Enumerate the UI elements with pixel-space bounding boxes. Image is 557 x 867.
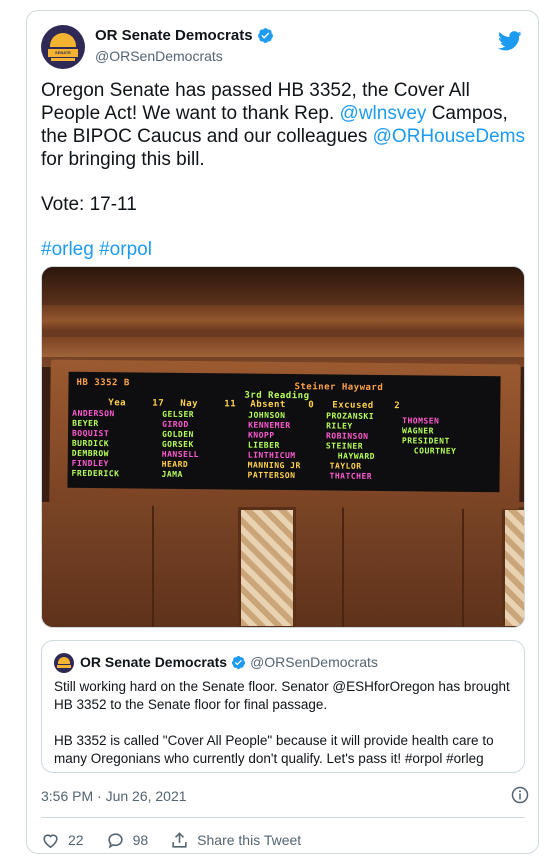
share-label: Share this Tweet: [197, 832, 302, 848]
quoted-tweet[interactable]: OR Senate Democrats @ORSenDemocrats Stil…: [41, 640, 525, 773]
twitter-bird-icon[interactable]: [498, 31, 522, 51]
stained-glass-window: [238, 507, 296, 627]
tweet-photo[interactable]: HB 3352 B Steiner Hayward 3rd Reading Ye…: [41, 266, 525, 628]
quoted-avatar: [54, 653, 74, 673]
verified-badge-icon: [257, 28, 273, 43]
tweet-card: SENATE DEMOCRATS OR Senate Democrats @OR…: [26, 10, 539, 854]
reply-count: 98: [132, 832, 149, 848]
author-name-row[interactable]: OR Senate Democrats: [95, 27, 274, 44]
heart-icon: [43, 833, 58, 848]
reply-bubble-icon: [107, 832, 123, 849]
hashtag-link[interactable]: #orleg: [41, 239, 94, 260]
tweet-meta: 3:56 PM · Jun 26, 2021: [41, 786, 529, 806]
tweet-body: Oregon Senate has passed HB 3352, the Co…: [41, 79, 529, 261]
divider: [41, 817, 525, 818]
tweet-actions: 22 98 Share this Tweet: [41, 829, 323, 851]
mention-link[interactable]: @wlnsvey: [340, 103, 427, 124]
avatar-logo-text: SENATE DEMOCRATS: [48, 49, 78, 63]
avatar[interactable]: SENATE DEMOCRATS: [41, 25, 85, 69]
mention-link[interactable]: @ORHouseDems: [373, 126, 525, 147]
tweet-header: SENATE DEMOCRATS OR Senate Democrats @OR…: [41, 25, 524, 71]
quoted-header: OR Senate Democrats @ORSenDemocrats: [80, 654, 378, 670]
vote-board-frame: HB 3352 B Steiner Hayward 3rd Reading Ye…: [49, 359, 521, 510]
share-upload-icon: [172, 831, 187, 848]
quoted-body: Still working hard on the Senate floor. …: [54, 679, 510, 766]
stained-glass-window: [502, 507, 524, 627]
quoted-handle: @ORSenDemocrats: [250, 654, 378, 670]
info-icon[interactable]: [511, 786, 529, 804]
hashtag-link[interactable]: #orpol: [99, 239, 152, 260]
vote-text: Vote: 17-11: [41, 194, 137, 215]
tweet-timestamp[interactable]: 3:56 PM · Jun 26, 2021: [41, 788, 187, 804]
quoted-display-name: OR Senate Democrats: [80, 654, 228, 670]
board-bill: HB 3352 B: [76, 377, 130, 389]
like-button[interactable]: 22: [41, 831, 84, 850]
author-handle[interactable]: @ORSenDemocrats: [95, 48, 223, 64]
like-count: 22: [68, 832, 84, 848]
vote-board: HB 3352 B Steiner Hayward 3rd Reading Ye…: [67, 371, 501, 493]
author-display-name[interactable]: OR Senate Democrats: [95, 27, 253, 44]
logo-sun-icon: [50, 33, 76, 47]
reply-button[interactable]: 98: [106, 831, 149, 850]
verified-badge-icon: [231, 655, 246, 669]
share-button[interactable]: Share this Tweet: [170, 831, 301, 850]
